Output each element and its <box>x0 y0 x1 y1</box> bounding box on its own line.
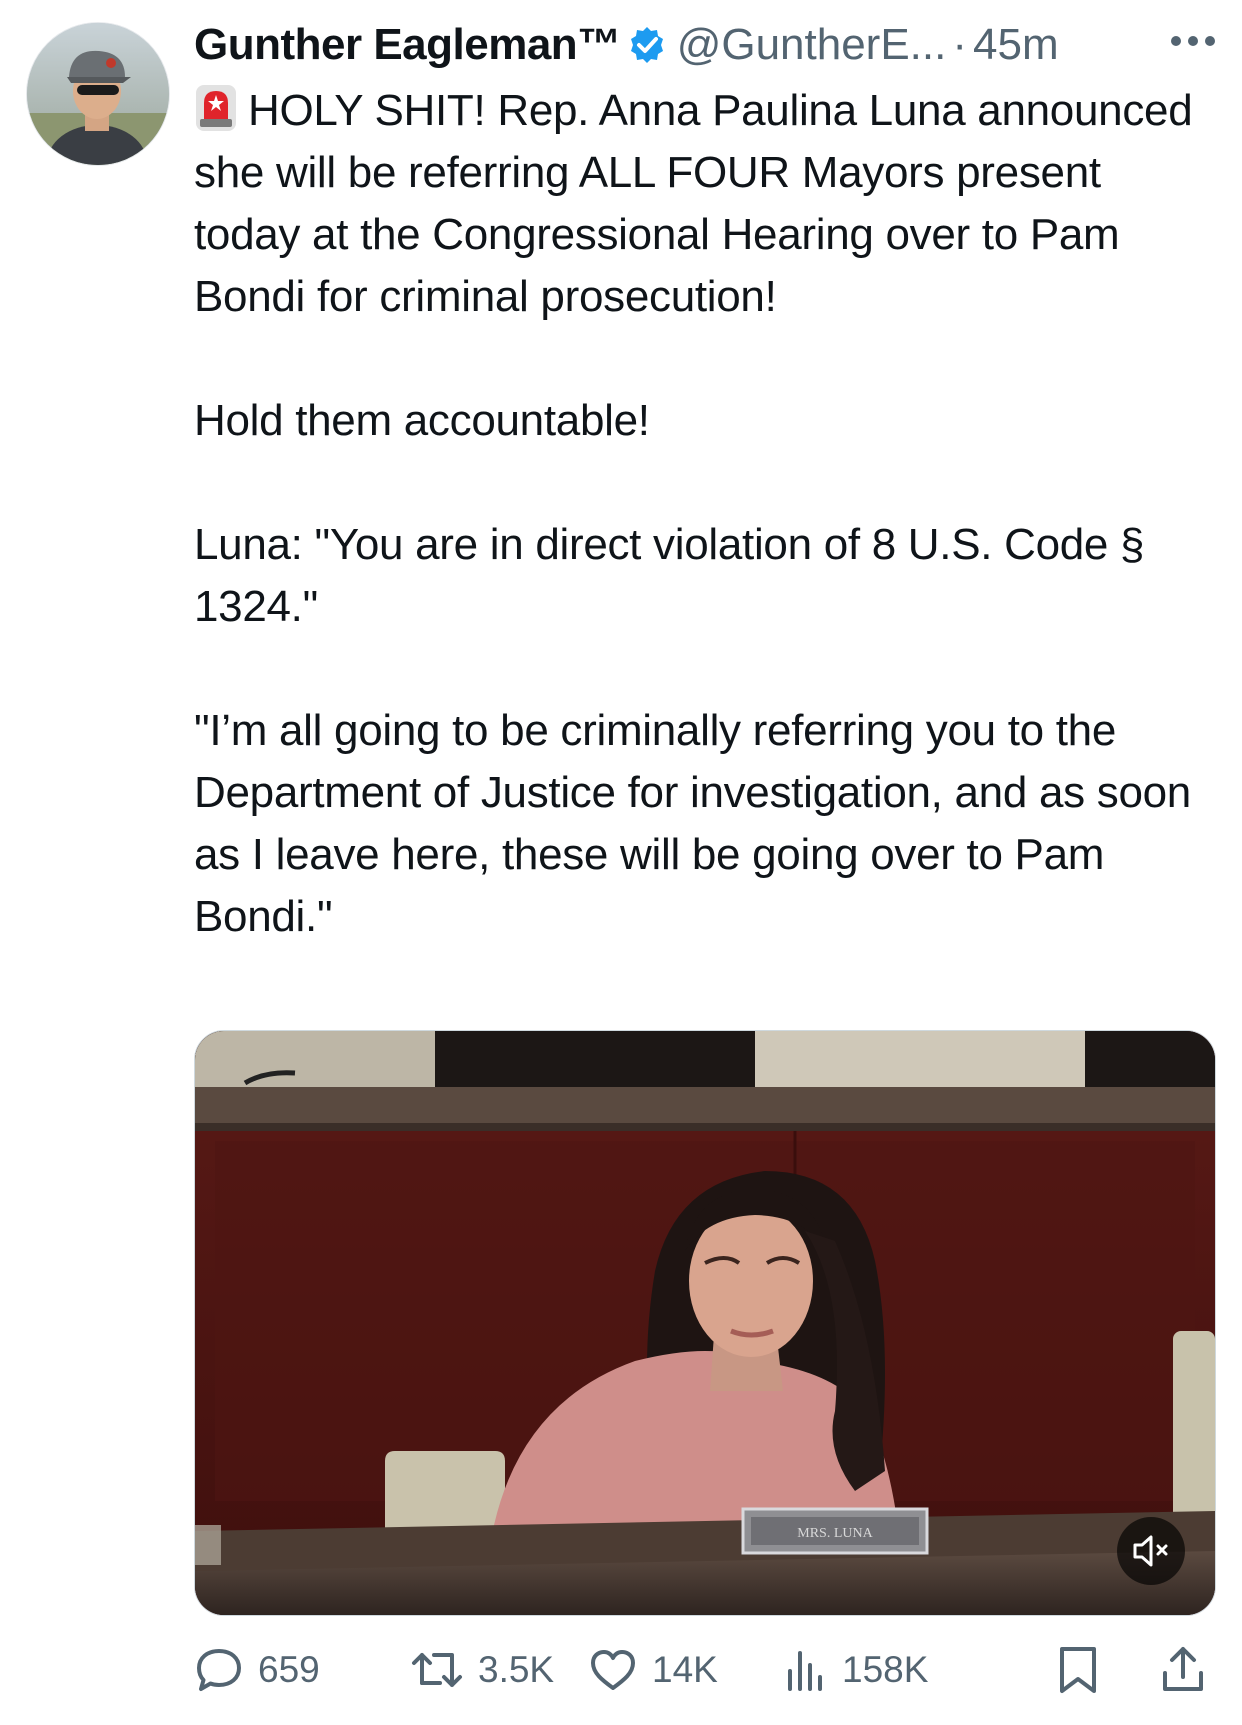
bookmark-icon <box>1060 1647 1096 1693</box>
reply-icon <box>197 1649 241 1691</box>
repost-icon <box>412 1653 462 1687</box>
reply-count: 659 <box>258 1649 320 1690</box>
separator-dot: · <box>952 20 968 69</box>
repost-count: 3.5K <box>478 1649 555 1690</box>
like-button[interactable]: 14K <box>588 1640 718 1700</box>
views-button[interactable]: 158K <box>784 1640 928 1700</box>
reply-button[interactable]: 659 <box>194 1640 320 1700</box>
tweet[interactable]: Gunther Eagleman™ @GuntherE... · 45m HOL… <box>0 0 1242 1725</box>
tweet-header: Gunther Eagleman™ @GuntherE... · 45m <box>194 14 1222 76</box>
avatar-image <box>27 23 169 165</box>
heart-icon <box>591 1650 635 1690</box>
display-name[interactable]: Gunther Eagleman™ <box>194 20 621 70</box>
tweet-paragraph-4: "I’m all going to be criminally referrin… <box>194 706 1191 941</box>
video-player[interactable]: MRS. LUNA <box>194 1030 1216 1616</box>
more-options-icon[interactable] <box>1170 34 1216 48</box>
action-bar: 659 3.5K 14K 158K <box>194 1640 1214 1700</box>
repost-button[interactable]: 3.5K <box>410 1640 554 1700</box>
mute-button[interactable] <box>1117 1517 1185 1585</box>
views-bar-chart-icon <box>788 1651 822 1691</box>
views-count: 158K <box>842 1649 929 1690</box>
tweet-text: HOLY SHIT! Rep. Anna Paulina Luna announ… <box>194 80 1214 948</box>
handle[interactable]: @GuntherE... <box>677 20 947 70</box>
siren-icon <box>196 85 236 131</box>
like-count: 14K <box>652 1649 718 1690</box>
avatar[interactable] <box>26 22 170 166</box>
share-icon <box>1163 1647 1203 1691</box>
nameplate-text: MRS. LUNA <box>797 1526 873 1541</box>
verified-badge-icon <box>630 27 663 63</box>
bookmark-button[interactable] <box>1056 1640 1100 1700</box>
tweet-paragraph-3: Luna: "You are in direct violation of 8 … <box>194 520 1145 631</box>
video-frame: MRS. LUNA <box>195 1031 1215 1615</box>
share-button[interactable] <box>1160 1640 1206 1700</box>
speaker-muted-icon <box>1133 1535 1168 1567</box>
tweet-paragraph: HOLY SHIT! Rep. Anna Paulina Luna announ… <box>194 80 1214 328</box>
tweet-paragraph-2: Hold them accountable! <box>194 396 650 445</box>
timestamp[interactable]: 45m <box>973 20 1059 70</box>
tweet-paragraph-1: HOLY SHIT! Rep. Anna Paulina Luna announ… <box>194 86 1193 321</box>
